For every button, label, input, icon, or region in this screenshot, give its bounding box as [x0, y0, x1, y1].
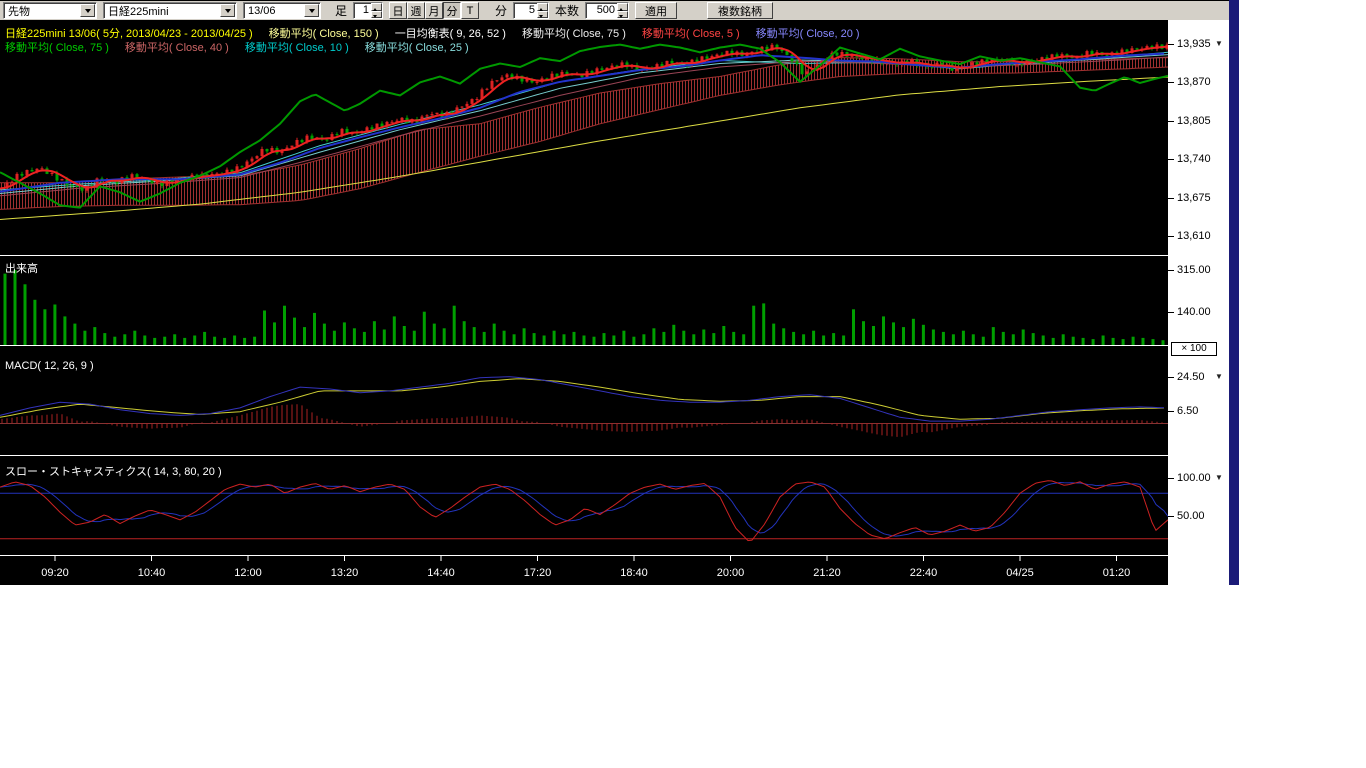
symbol-dropdown-value: 日経225mini: [108, 3, 169, 19]
spinner-icon[interactable]: [617, 3, 628, 18]
axis-tick: [1168, 236, 1174, 237]
time-axis-label: 01:20: [1103, 567, 1131, 579]
dropdown-arrow-icon[interactable]: [304, 4, 319, 17]
period-button-分[interactable]: 分: [443, 2, 461, 19]
dropdown-arrow-icon[interactable]: [220, 4, 235, 17]
dropdown-arrow-icon[interactable]: [80, 4, 95, 17]
chevron-down-icon: [85, 9, 91, 16]
bar-type-label: 足: [335, 2, 347, 19]
multi-symbol-button[interactable]: 複数銘柄: [707, 2, 773, 19]
time-axis-label: 17:20: [524, 567, 552, 579]
interval-input[interactable]: 1: [353, 2, 383, 19]
bars-count-value: 500: [586, 3, 617, 18]
bars-count-input[interactable]: 500: [585, 2, 629, 19]
unit-value: 5: [514, 3, 537, 18]
spin-down-icon[interactable]: [371, 11, 382, 19]
axis-tick: [1168, 44, 1174, 45]
axis-label: 13,740: [1177, 153, 1211, 165]
spin-down-icon[interactable]: [617, 11, 628, 19]
axis-label: 13,610: [1177, 230, 1211, 242]
axis-label: 13,870: [1177, 76, 1211, 88]
unit-input[interactable]: 5: [513, 2, 549, 19]
vertical-scrollbar[interactable]: [1229, 0, 1239, 585]
time-axis-label: 04/25: [1006, 567, 1034, 579]
spin-up-icon[interactable]: [537, 3, 548, 11]
time-axis-label: 14:40: [427, 567, 455, 579]
axis-tick: [1168, 312, 1174, 313]
spinner-icon[interactable]: [537, 3, 548, 18]
chevron-down-icon: [309, 9, 315, 16]
axis-tick: [1168, 82, 1174, 83]
category-dropdown[interactable]: 先物: [3, 2, 97, 19]
axis-label: 6.50: [1177, 405, 1198, 417]
axis-tick: [1168, 516, 1174, 517]
panel-menu-arrow-icon[interactable]: ▼: [1215, 39, 1223, 48]
period-button-group: 日週月分T: [389, 2, 479, 19]
time-axis-label: 10:40: [138, 567, 166, 579]
axis-label: 24.50: [1177, 371, 1205, 383]
contract-month-dropdown[interactable]: 13/06: [243, 2, 321, 19]
axis-label: 13,675: [1177, 192, 1211, 204]
time-axis-label: 18:40: [620, 567, 648, 579]
time-axis-label: 20:00: [717, 567, 745, 579]
apply-button[interactable]: 適用: [635, 2, 677, 19]
time-axis-label: 13:20: [331, 567, 359, 579]
time-axis-label: 22:40: [910, 567, 938, 579]
axis-label: 13,935: [1177, 38, 1211, 50]
axis-tick: [1168, 121, 1174, 122]
axis-tick: [1168, 159, 1174, 160]
price-axis: × 100 13,935 ▼ 13,870 13,805 13,740 13,675 13,…: [1168, 20, 1229, 585]
volume-multiplier-badge: × 100: [1171, 342, 1217, 356]
interval-value: 1: [354, 3, 371, 18]
time-axis-label: 12:00: [234, 567, 262, 579]
axis-label: 315.00: [1177, 264, 1211, 276]
axis-tick: [1168, 377, 1174, 378]
spin-up-icon[interactable]: [617, 3, 628, 11]
chevron-down-icon: [225, 9, 231, 16]
axis-label: 140.00: [1177, 306, 1211, 318]
contract-month-value: 13/06: [248, 5, 276, 17]
period-button-月[interactable]: 月: [425, 2, 443, 19]
spinner-icon[interactable]: [371, 3, 382, 18]
axis-label: 13,805: [1177, 115, 1211, 127]
axis-label: 100.00: [1177, 472, 1211, 484]
period-button-日[interactable]: 日: [389, 2, 407, 19]
panel-menu-arrow-icon[interactable]: ▼: [1215, 473, 1223, 482]
toolbar: 先物 日経225mini 13/06 足 1 日週月分T 分 5 本数 500 …: [0, 0, 1229, 20]
category-dropdown-value: 先物: [8, 3, 30, 19]
chart-canvas[interactable]: 09:20 10:40 12:00 13:20 14:40 17:20 18:40 20:00…: [0, 20, 1168, 585]
axis-label: 50.00: [1177, 510, 1205, 522]
spin-down-icon[interactable]: [537, 11, 548, 19]
period-button-T[interactable]: T: [461, 2, 479, 19]
time-axis-label: 09:20: [41, 567, 69, 579]
chart-area: 09:20 10:40 12:00 13:20 14:40 17:20 18:40 20:00…: [0, 20, 1168, 585]
unit-label: 分: [495, 2, 507, 19]
period-button-週[interactable]: 週: [407, 2, 425, 19]
axis-tick: [1168, 270, 1174, 271]
axis-tick: [1168, 478, 1174, 479]
panel-menu-arrow-icon[interactable]: ▼: [1215, 372, 1223, 381]
bars-count-label: 本数: [555, 2, 579, 19]
axis-tick: [1168, 411, 1174, 412]
axis-tick: [1168, 198, 1174, 199]
spin-up-icon[interactable]: [371, 3, 382, 11]
symbol-dropdown[interactable]: 日経225mini: [103, 2, 237, 19]
time-axis-label: 21:20: [813, 567, 841, 579]
trading-chart-window: 先物 日経225mini 13/06 足 1 日週月分T 分 5 本数 500 …: [0, 0, 1366, 768]
